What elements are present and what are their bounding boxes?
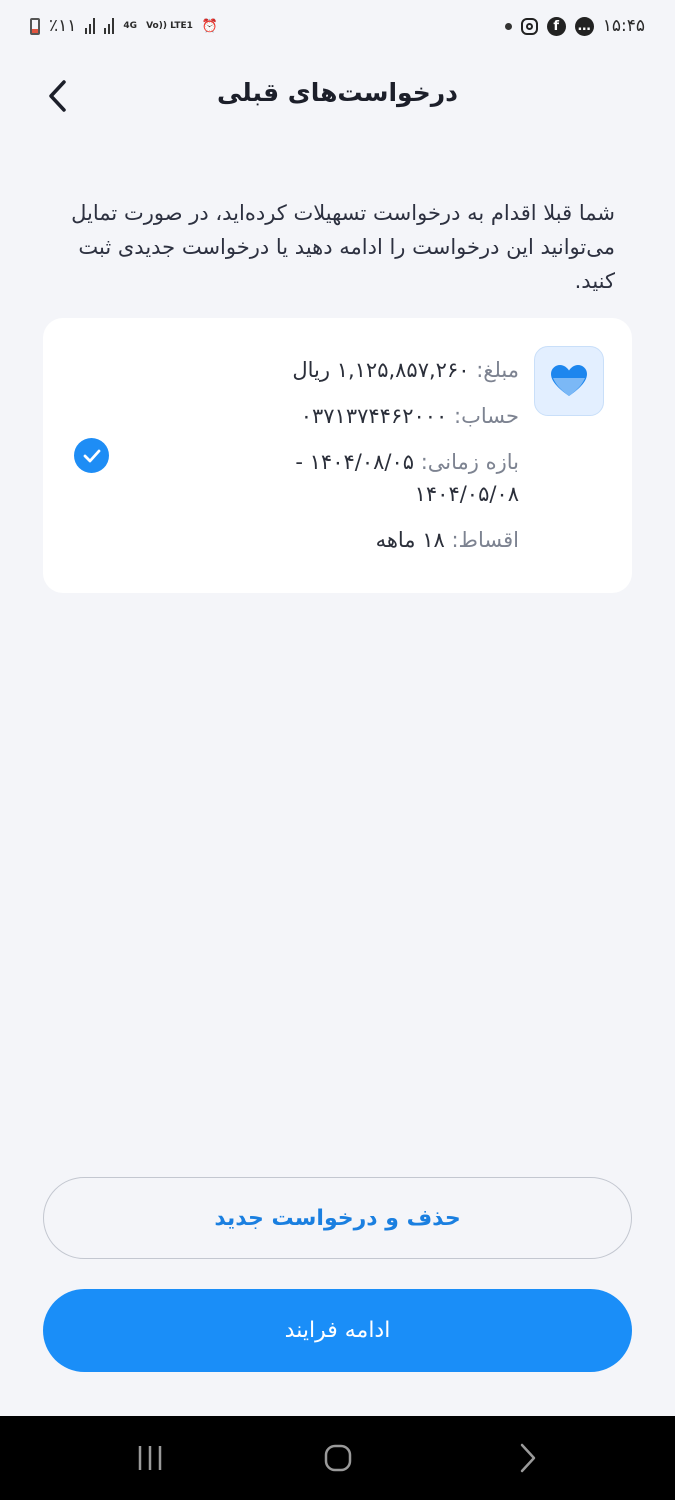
recent-apps-button[interactable] — [128, 1438, 172, 1478]
amount-row: مبلغ: ۱,۱۲۵,۸۵۷,۲۶۰ ریال — [219, 354, 519, 386]
page-title: درخواست‌های قبلی — [217, 78, 458, 107]
battery-percent: ٪۱۱ — [49, 16, 77, 36]
signal-icon — [85, 18, 96, 34]
home-icon — [324, 1444, 352, 1472]
installments-row: اقساط: ۱۸ ماهه — [219, 524, 519, 556]
period-label: بازه زمانی: — [420, 450, 519, 474]
amount-value: ۱,۱۲۵,۸۵۷,۲۶۰ ریال — [292, 358, 470, 382]
alarm-icon: ⏰ — [201, 18, 219, 34]
back-nav-button[interactable] — [506, 1438, 550, 1478]
network-4g: 4G — [123, 20, 138, 31]
request-details: مبلغ: ۱,۱۲۵,۸۵۷,۲۶۰ ریال حساب: ۰۳۷۱۳۷۴۴۶… — [219, 354, 519, 570]
app-header: درخواست‌های قبلی — [0, 60, 675, 140]
account-value: ۰۳۷۱۳۷۴۴۶۲۰۰۰ — [300, 404, 448, 428]
signal-icon-2 — [104, 18, 115, 34]
account-label: حساب: — [454, 404, 519, 428]
info-description: شما قبلا اقدام به درخواست تسهیلات کرده‌ا… — [71, 201, 615, 293]
heart-icon — [551, 365, 587, 396]
installments-value: ۱۸ ماهه — [375, 528, 445, 552]
network-volte: Vo)) LTE1 — [146, 20, 193, 31]
status-left: ٪۱۱ 4G Vo)) LTE1 ⏰ — [30, 16, 218, 36]
status-right: f … ۱۵:۴۵ — [504, 16, 645, 36]
installments-label: اقساط: — [451, 528, 519, 552]
recent-apps-icon — [138, 1446, 162, 1470]
card-icon-container — [534, 346, 604, 416]
chat-icon: … — [574, 16, 594, 36]
status-bar: ٪۱۱ 4G Vo)) LTE1 ⏰ f … ۱۵:۴۵ — [0, 0, 675, 52]
instagram-icon — [520, 17, 538, 35]
system-nav-bar — [0, 1416, 675, 1500]
battery-icon — [30, 17, 40, 35]
account-row: حساب: ۰۳۷۱۳۷۴۴۶۲۰۰۰ — [219, 400, 519, 432]
home-button[interactable] — [316, 1438, 360, 1478]
amount-label: مبلغ: — [476, 358, 519, 382]
delete-and-new-request-button[interactable]: حذف و درخواست جدید — [43, 1177, 632, 1259]
continue-process-button[interactable]: ادامه فرایند — [43, 1289, 632, 1372]
notification-dot-icon — [504, 22, 512, 30]
period-row: بازه زمانی: ۱۴۰۴/۰۸/۰۵ - ۱۴۰۴/۰۵/۰۸ — [219, 446, 519, 510]
facebook-icon: f — [546, 16, 566, 36]
chevron-right-icon — [520, 1443, 536, 1473]
clock: ۱۵:۴۵ — [602, 16, 645, 36]
request-card[interactable]: مبلغ: ۱,۱۲۵,۸۵۷,۲۶۰ ریال حساب: ۰۳۷۱۳۷۴۴۶… — [43, 318, 632, 593]
selected-checkbox[interactable] — [74, 438, 109, 473]
check-icon — [83, 449, 100, 462]
